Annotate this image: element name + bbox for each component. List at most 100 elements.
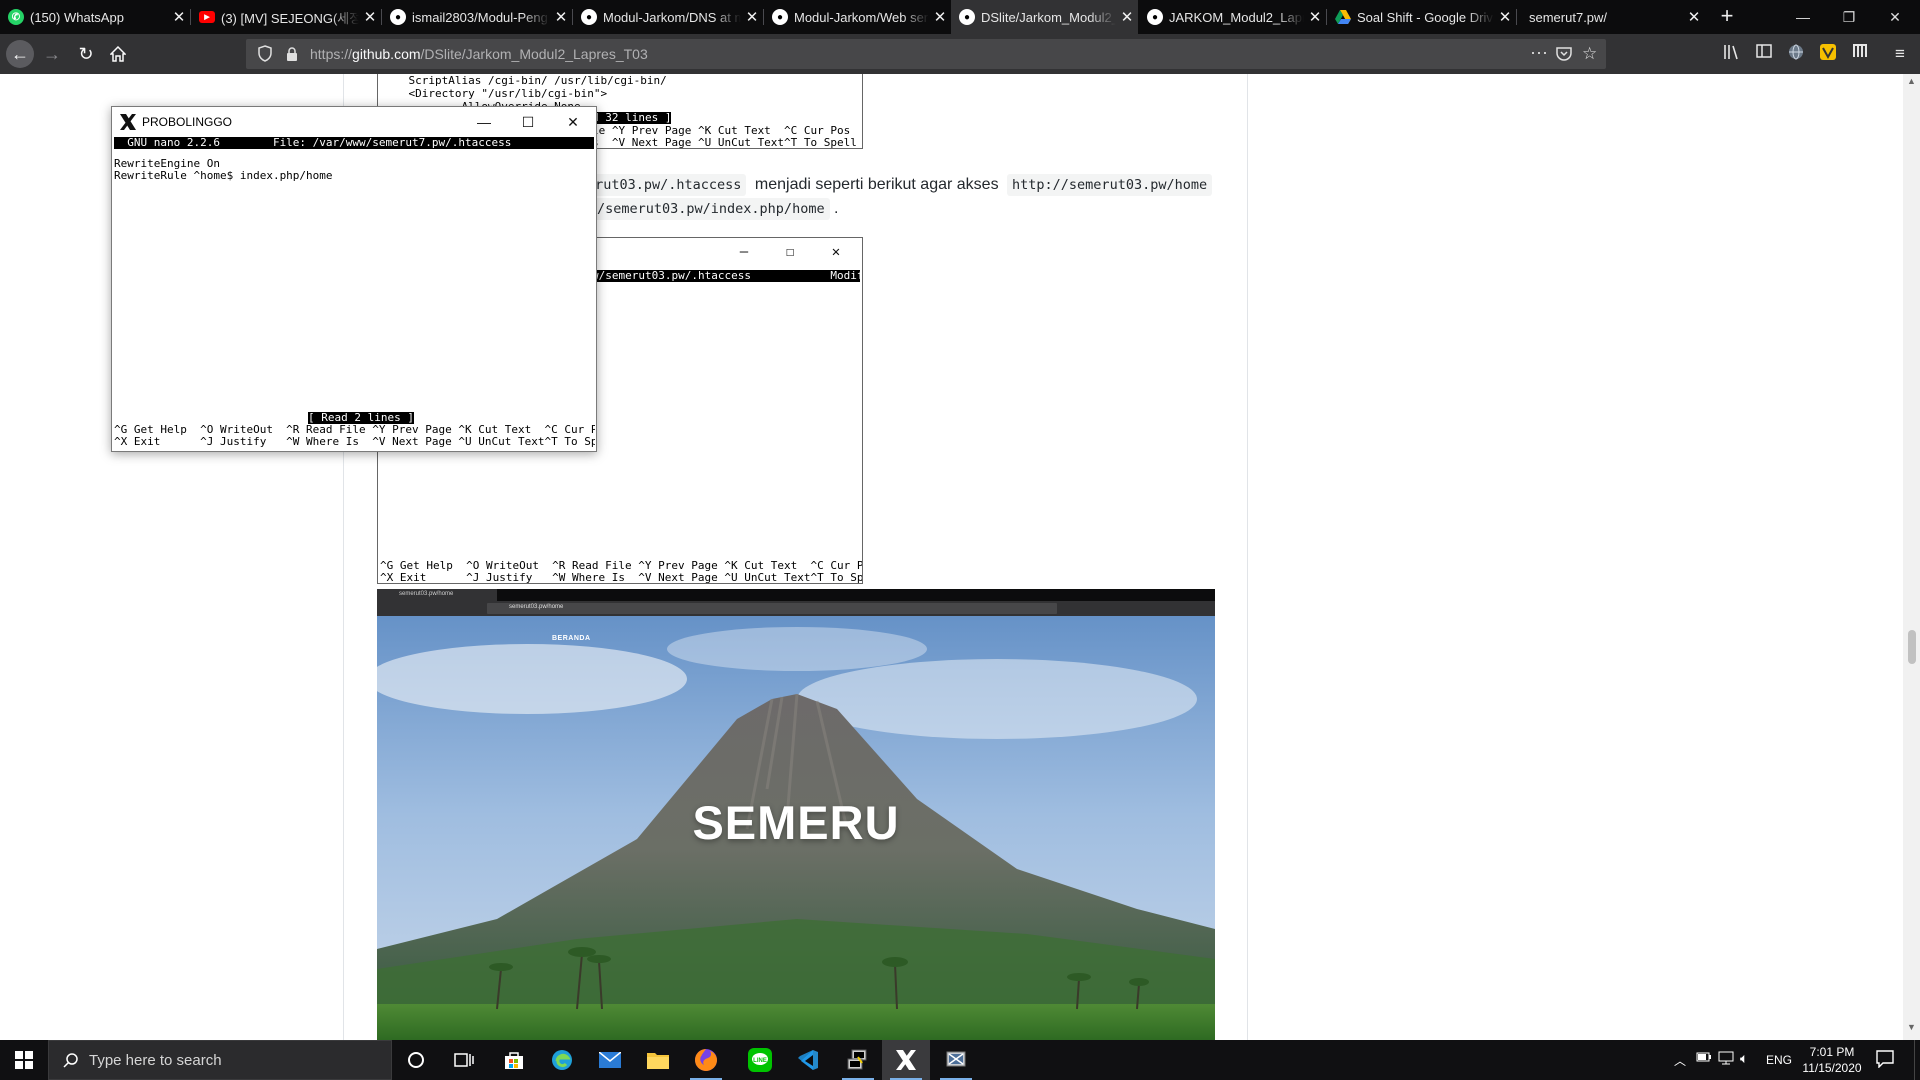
tracking-protection-shield-icon[interactable]	[258, 45, 272, 62]
url-text[interactable]: https://github.com/DSlite/Jarkom_Modul2_…	[310, 46, 648, 62]
bookmark-star-icon[interactable]: ☆	[1582, 44, 1597, 64]
back-button[interactable]: ←	[6, 40, 34, 68]
url-bar[interactable]: https://github.com/DSlite/Jarkom_Modul2_…	[246, 39, 1606, 69]
x11-logo-icon	[120, 114, 136, 130]
tab-youtube[interactable]: ▶ (3) [MV] SEJEONG(세정) ✕	[191, 0, 381, 34]
extension-bars-icon[interactable]	[1850, 44, 1870, 64]
nano-shortcuts-row: ^X Exit ^J Justify ^W Where Is ^V Next P…	[380, 571, 863, 584]
show-hidden-icons-chevron-icon[interactable]: ︿	[1674, 1052, 1686, 1069]
vscode-icon	[798, 1050, 818, 1070]
taskbar-vscode[interactable]	[784, 1040, 832, 1080]
show-desktop-button[interactable]	[1914, 1040, 1920, 1080]
tab-github-web[interactable]: ● Modul-Jarkom/Web ser ✕	[764, 0, 951, 34]
file-line[interactable]: RewriteRule ^home$ index.php/home	[114, 170, 333, 182]
xming-x-icon	[896, 1050, 916, 1070]
scroll-down-arrow-icon[interactable]: ▼	[1907, 1022, 1916, 1032]
input-language-indicator[interactable]: ENG	[1766, 1053, 1792, 1067]
github-icon: ●	[390, 9, 406, 25]
page-actions-icon[interactable]: ···	[1530, 42, 1548, 63]
home-button[interactable]	[104, 40, 132, 68]
new-tab-button[interactable]: +	[1714, 0, 1740, 34]
github-icon: ●	[772, 9, 788, 25]
close-icon[interactable]: ✕	[741, 8, 763, 26]
close-icon[interactable]: ✕	[1304, 8, 1326, 26]
scroll-up-arrow-icon[interactable]: ▲	[1907, 76, 1916, 86]
start-button[interactable]	[0, 1040, 48, 1080]
maximize-button[interactable]: ☐	[510, 110, 546, 134]
paragraph-text: .	[834, 200, 839, 217]
close-button[interactable]: ✕	[555, 110, 591, 134]
close-icon[interactable]: ✕	[1683, 8, 1705, 26]
tab-google-drive[interactable]: Soal Shift - Google Drive ✕	[1327, 0, 1516, 34]
pocket-icon[interactable]	[1556, 46, 1572, 65]
sidebar-icon[interactable]	[1754, 44, 1774, 64]
windows-logo-icon	[15, 1051, 33, 1069]
window-titlebar[interactable]: PROBOLINGGO — ☐ ✕	[112, 107, 596, 137]
tab-label: (150) WhatsApp	[30, 9, 124, 25]
task-view-button[interactable]	[440, 1040, 488, 1080]
close-icon[interactable]: ✕	[359, 8, 381, 26]
page-scrollbar[interactable]: ▲ ▼	[1903, 74, 1920, 1040]
tab-github-dns[interactable]: ● Modul-Jarkom/DNS at m ✕	[573, 0, 763, 34]
nano-header-bar: w/semerut03.pw/.htaccess Modified	[592, 269, 863, 282]
cortana-circle-icon	[408, 1052, 424, 1068]
taskbar-putty[interactable]	[834, 1040, 882, 1080]
close-icon[interactable]: ✕	[550, 8, 572, 26]
embedded-nav-beranda: BERANDA	[552, 635, 591, 642]
taskbar-search-box[interactable]: Type here to search	[48, 1040, 392, 1080]
volume-icon[interactable]: 🔈︎	[1740, 1050, 1748, 1067]
forward-button[interactable]: →	[38, 40, 66, 68]
task-view-icon	[454, 1053, 474, 1067]
close-icon[interactable]: ✕	[1494, 8, 1516, 26]
library-icon[interactable]	[1722, 44, 1742, 64]
tab-github-jarkom-lapres[interactable]: ● JARKOM_Modul2_Lapre ✕	[1139, 0, 1326, 34]
tab-label: DSlite/Jarkom_Modul2_L	[981, 9, 1116, 25]
youtube-icon: ▶	[199, 11, 215, 23]
xterm-window-probolinggo[interactable]: PROBOLINGGO — ☐ ✕ GNU nano 2.2.6 File: /…	[111, 106, 597, 452]
network-icon[interactable]	[1718, 1051, 1734, 1068]
taskbar-store[interactable]	[490, 1040, 538, 1080]
close-icon[interactable]: ✕	[168, 8, 190, 26]
embedded-url-text: semerut03.pw/home	[509, 604, 564, 610]
minimize-button[interactable]: —	[1780, 0, 1826, 34]
tab-github-modul-peng[interactable]: ● ismail2803/Modul-Peng ✕	[382, 0, 572, 34]
close-icon[interactable]: ✕	[929, 8, 951, 26]
tab-whatsapp[interactable]: ✆ (150) WhatsApp ✕	[0, 0, 190, 34]
notifications-button[interactable]	[1876, 1050, 1894, 1073]
minimize-button[interactable]: —	[466, 110, 502, 134]
paragraph-text: menjadi seperti berikut agar akses	[754, 176, 999, 193]
terminal-line: ScriptAlias /cgi-bin/ /usr/lib/cgi-bin/	[382, 74, 667, 87]
taskbar-line[interactable]: LINE	[736, 1040, 784, 1080]
taskbar-xming[interactable]	[882, 1040, 930, 1080]
tab-label: Modul-Jarkom/DNS at m	[603, 9, 741, 25]
github-icon: ●	[1147, 9, 1163, 25]
close-icon[interactable]: ✕	[1116, 8, 1138, 26]
close-window-button[interactable]: ✕	[1872, 0, 1918, 34]
tab-label: Modul-Jarkom/Web ser	[794, 9, 929, 25]
hamburger-menu-icon[interactable]: ≡	[1890, 44, 1910, 64]
lock-icon[interactable]	[286, 47, 298, 61]
tab-github-dslite[interactable]: ● DSlite/Jarkom_Modul2_L ✕	[951, 0, 1138, 34]
taskbar-clock[interactable]: 7:01 PM 11/15/2020	[1802, 1044, 1862, 1076]
navigation-toolbar: ← → ↻ https://github.com/DSlite/Jarkom_M…	[0, 34, 1920, 74]
tab-semerut7[interactable]: semerut7.pw/ ✕	[1517, 0, 1705, 34]
windows-taskbar: Type here to search LINE ︿ 🔈︎ ENG 7:01 P…	[0, 1040, 1920, 1080]
taskbar-file-explorer[interactable]	[634, 1040, 682, 1080]
nano-editor[interactable]: GNU nano 2.2.6 File: /var/www/semerut7.p…	[113, 137, 595, 451]
battery-icon[interactable]	[1696, 1051, 1712, 1066]
taskbar-edge[interactable]	[538, 1040, 586, 1080]
cortana-button[interactable]	[392, 1040, 440, 1080]
taskbar-xlaunch[interactable]	[932, 1040, 980, 1080]
reload-button[interactable]: ↻	[72, 40, 100, 68]
taskbar-firefox[interactable]	[682, 1040, 730, 1080]
firefox-icon	[695, 1049, 717, 1071]
extension-v-icon[interactable]	[1818, 44, 1838, 64]
scrollbar-thumb[interactable]	[1908, 630, 1916, 664]
restore-button[interactable]: ❐	[1826, 0, 1872, 34]
home-icon	[109, 45, 127, 62]
extension-globe-icon[interactable]	[1786, 44, 1806, 64]
embedded-hero-title: SEMERU	[692, 796, 900, 849]
tab-label: (3) [MV] SEJEONG(세정)	[221, 10, 359, 26]
putty-icon	[847, 1049, 867, 1070]
taskbar-mail[interactable]	[586, 1040, 634, 1080]
